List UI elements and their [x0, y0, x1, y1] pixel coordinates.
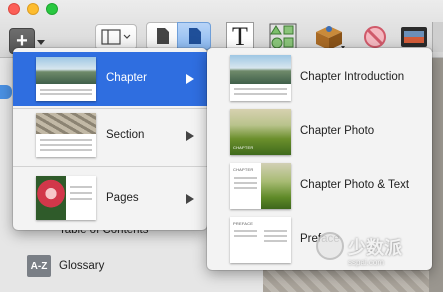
submenu-arrow-icon — [186, 194, 194, 204]
text-line — [70, 192, 92, 194]
chapter-thumbnail — [36, 57, 96, 101]
menu-item-chapter[interactable]: Chapter — [13, 52, 207, 106]
menu-item-pages[interactable]: Pages — [13, 170, 207, 226]
thumbnail-caption: PREFACE — [233, 221, 254, 226]
page-icon — [189, 28, 201, 44]
watermark: 少数派 sspai.com — [316, 232, 436, 272]
submenu-item-chapter-photo[interactable]: CHAPTER Chapter Photo — [207, 104, 432, 158]
glossary-icon: A-Z — [27, 255, 51, 277]
menu-separator — [13, 166, 207, 167]
sidebar-item-label: Glossary — [59, 260, 105, 272]
flower-image — [36, 176, 66, 220]
menu-item-section[interactable]: Section — [13, 110, 207, 164]
minimize-window-button[interactable] — [27, 3, 39, 15]
text-line — [234, 93, 287, 95]
sidebar-view-icon — [101, 29, 131, 45]
submenu-arrow-icon — [186, 131, 194, 141]
submenu-item-chapter-photo-text[interactable]: CHAPTER Chapter Photo & Text — [207, 158, 432, 212]
text-line — [234, 230, 257, 232]
text-line — [264, 240, 287, 242]
text-line — [70, 198, 92, 200]
submenu-item-label: Chapter Photo — [300, 125, 375, 137]
page-thumbnail-view-button[interactable] — [146, 22, 178, 50]
stone-image — [36, 113, 96, 135]
preface-thumbnail: PREFACE — [230, 217, 291, 263]
chevron-down-icon[interactable] — [37, 40, 45, 45]
text-line — [40, 89, 92, 91]
view-menu-button[interactable] — [95, 24, 137, 50]
insert-menu: Chapter Section Pages — [13, 48, 207, 230]
page-icon — [157, 28, 169, 44]
toolbar-overflow — [432, 22, 443, 52]
text-line — [264, 235, 287, 237]
watermark-text: 少数派 — [348, 238, 402, 259]
submenu-item-label: Chapter Photo & Text — [300, 179, 410, 191]
text-line — [40, 93, 92, 95]
text-line — [234, 182, 257, 184]
text-line — [40, 144, 92, 146]
text-line — [234, 177, 257, 179]
text-line — [234, 187, 257, 189]
text-line — [70, 186, 92, 188]
menu-item-label: Pages — [106, 192, 139, 204]
text-line — [264, 230, 287, 232]
watermark-url: sspai.com — [348, 258, 385, 267]
chapter-photo-thumbnail: CHAPTER — [230, 109, 291, 155]
thumbnail-caption: CHAPTER — [233, 167, 254, 172]
text-line — [234, 235, 257, 237]
chapter-introduction-thumbnail — [230, 55, 291, 101]
submenu-arrow-icon — [186, 74, 194, 84]
pages-thumbnail — [36, 176, 96, 220]
page-view-button[interactable] — [177, 22, 211, 50]
thumbnail-caption: CHAPTER — [233, 145, 254, 150]
watermark-logo-icon — [316, 232, 344, 260]
chapter-photo-text-thumbnail: CHAPTER — [230, 163, 291, 209]
menu-item-label: Chapter — [106, 72, 147, 84]
submenu-item-label: Chapter Introduction — [300, 71, 405, 83]
text-line — [40, 139, 92, 141]
field-image — [260, 163, 291, 209]
menu-separator — [13, 108, 207, 109]
text-line — [40, 149, 92, 151]
lake-image — [36, 57, 96, 85]
text-line — [234, 88, 287, 90]
zoom-window-button[interactable] — [46, 3, 58, 15]
section-thumbnail — [36, 113, 96, 157]
menu-item-label: Section — [106, 129, 145, 141]
close-window-button[interactable] — [8, 3, 20, 15]
submenu-item-chapter-introduction[interactable]: Chapter Introduction — [207, 50, 432, 104]
lake-image — [230, 55, 291, 84]
selection-indicator — [0, 85, 12, 99]
